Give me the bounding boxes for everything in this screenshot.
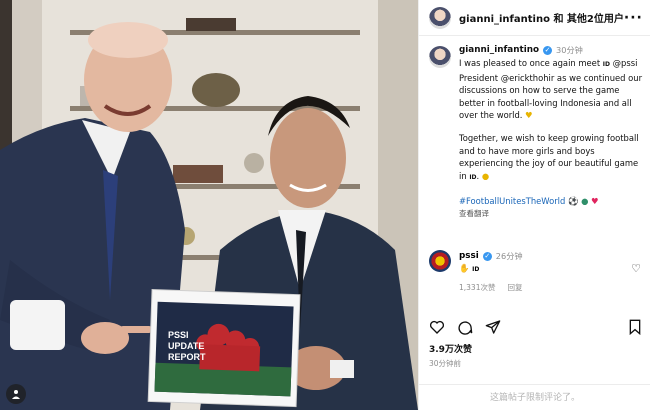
handshake-icon: ✋: [459, 263, 470, 273]
verified-badge-icon: ✓: [543, 45, 553, 55]
post-caption: gianni_infantino ✓ 30分钟 I was pleased to…: [429, 44, 643, 221]
comment-icon[interactable]: [457, 319, 473, 335]
caption-paragraph-1: I was pleased to once again meet ID @pss…: [459, 57, 643, 121]
user-tag-icon[interactable]: [6, 384, 26, 404]
comment-like-icon[interactable]: ♡: [631, 262, 641, 275]
caption-username[interactable]: gianni_infantino: [459, 44, 539, 56]
caption-time[interactable]: 30分钟: [556, 44, 583, 56]
caption-text-1: I was pleased to once again meet: [459, 58, 603, 69]
flag-id-icon: ID: [602, 61, 610, 69]
bookmark-icon[interactable]: [627, 319, 643, 335]
heart-yellow-icon: ♥: [525, 110, 533, 121]
like-icon[interactable]: [429, 319, 445, 335]
person-icon: [12, 390, 20, 399]
post-side-panel: gianni_infantino 和 其他2位用户 ··· gianni_inf…: [418, 0, 650, 410]
caption-paragraph-2: Together, we wish to keep growing footba…: [459, 133, 639, 181]
soccer-ball-icon: ⚽: [567, 196, 579, 207]
post-header-title[interactable]: gianni_infantino 和 其他2位用户: [459, 10, 624, 25]
share-icon[interactable]: [485, 319, 501, 335]
comment-likes[interactable]: 1,331次赞: [459, 282, 495, 294]
clap-icon: ●: [481, 170, 490, 181]
board-text-line3: REPORT: [168, 352, 206, 362]
hashtag-link[interactable]: #FootballUnitesTheWorld: [459, 196, 565, 206]
flag-id-icon: ID: [472, 266, 480, 273]
caption-avatar[interactable]: [429, 46, 451, 68]
globe-icon: ●: [581, 196, 589, 207]
flag-id-icon-2: ID: [469, 173, 477, 181]
comment-time: 26分钟: [495, 251, 523, 261]
more-options-icon[interactable]: ···: [624, 10, 643, 26]
post-header: gianni_infantino 和 其他2位用户 ···: [419, 0, 650, 36]
author-avatar[interactable]: [429, 6, 451, 29]
post-photo[interactable]: PSSI UPDATE REPORT: [0, 0, 418, 410]
board-text-line1: PSSI: [168, 330, 189, 340]
commenter-avatar[interactable]: [429, 250, 451, 272]
likes-count[interactable]: 3.9万次赞: [429, 342, 472, 355]
heart-red-icon: ♥: [591, 196, 599, 207]
verified-badge-icon: ✓: [482, 251, 492, 261]
comment-reply[interactable]: 回复: [507, 282, 522, 294]
comment-text: ✋ ID: [459, 262, 643, 276]
photo-scene: PSSI UPDATE REPORT: [0, 0, 418, 410]
board-text-line2: UPDATE: [168, 341, 204, 351]
comment-item: pssi ✓ 26分钟 ✋ ID 1,331次赞 回复 ♡: [429, 250, 643, 294]
comment-username[interactable]: pssi: [459, 250, 479, 262]
see-translation-link[interactable]: 查看翻译: [459, 208, 643, 220]
comments-restricted-notice: 这篇帖子限制评论了。: [419, 384, 650, 410]
post-actions: [429, 316, 643, 338]
post-time: 30分钟前: [429, 359, 462, 368]
